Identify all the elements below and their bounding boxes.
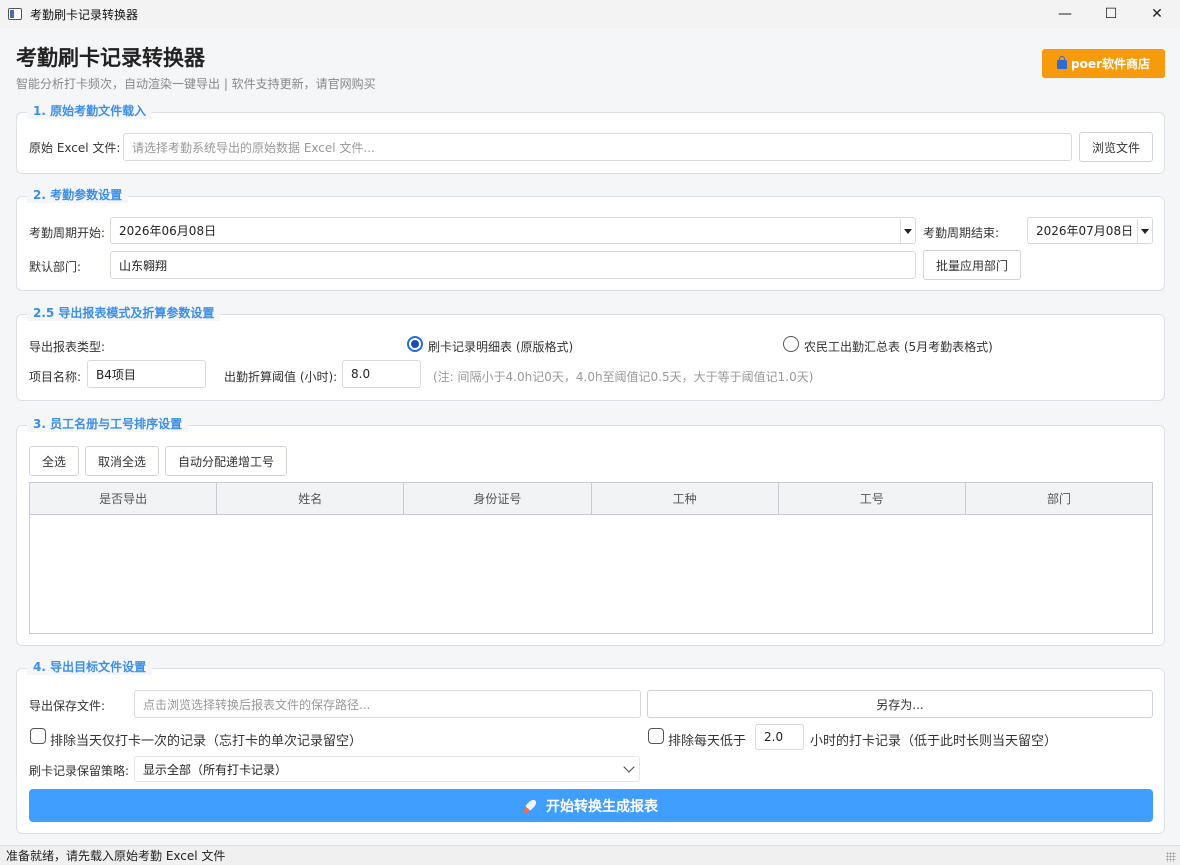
threshold-note: (注: 间隔小于4.0h记0天，4.0h至阈值记0.5天，大于等于阈值记1.0天…	[433, 370, 814, 384]
section-export-mode: 2.5 导出报表模式及折算参数设置 导出报表类型: 刷卡记录明细表 (原版格式)…	[16, 305, 1165, 401]
close-button[interactable]: ✕	[1134, 0, 1180, 28]
select-all-button[interactable]: 全选	[29, 446, 79, 476]
column-employee-id[interactable]: 工号	[779, 483, 966, 514]
radio-detail-report-label[interactable]: 刷卡记录明细表 (原版格式)	[428, 338, 573, 355]
app-icon	[8, 8, 22, 20]
auto-assign-id-button[interactable]: 自动分配递增工号	[165, 446, 287, 476]
section-export-target: 4. 导出目标文件设置 导出保存文件: 点击浏览选择转换后报表文件的保存路径..…	[16, 659, 1165, 834]
save-as-button[interactable]: 另存为...	[647, 690, 1153, 718]
section-file-load: 1. 原始考勤文件载入 原始 Excel 文件: 请选择考勤系统导出的原始数据 …	[16, 103, 1165, 174]
browse-file-button[interactable]: 浏览文件	[1079, 132, 1153, 162]
threshold-label: 出勤折算阈值 (小时):	[224, 370, 338, 384]
retention-policy-label: 刷卡记录保留策略:	[29, 764, 130, 778]
status-text: 准备就绪，请先载入原始考勤 Excel 文件	[6, 849, 226, 863]
shopping-bag-icon	[1057, 56, 1068, 69]
employee-table[interactable]: 是否导出 姓名 身份证号 工种 工号 部门	[29, 482, 1153, 634]
dropdown-arrow-icon	[900, 219, 914, 243]
save-path-input[interactable]: 点击浏览选择转换后报表文件的保存路径...	[134, 690, 641, 718]
period-start-label: 考勤周期开始:	[29, 226, 106, 240]
radio-summary-report-label[interactable]: 农民工出勤汇总表 (5月考勤表格式)	[804, 338, 993, 355]
section-employee-roster: 3. 员工名册与工号排序设置 全选 取消全选 自动分配递增工号 是否导出 姓名 …	[16, 416, 1165, 646]
shop-button-label: poer软件商店	[1071, 57, 1150, 71]
column-id-number[interactable]: 身份证号	[404, 483, 592, 514]
threshold-input[interactable]: 8.0	[342, 360, 421, 388]
column-name[interactable]: 姓名	[217, 483, 405, 514]
save-file-label: 导出保存文件:	[29, 699, 106, 713]
source-file-input[interactable]: 请选择考勤系统导出的原始数据 Excel 文件...	[123, 133, 1072, 161]
window-controls: — ☐ ✕	[1042, 0, 1180, 28]
period-end-select[interactable]: 2026年07月08日	[1027, 217, 1153, 244]
section-title: 3. 员工名册与工号排序设置	[27, 416, 189, 432]
exclude-low-suffix: 小时的打卡记录（低于此时长则当天留空）	[810, 734, 1058, 749]
page-title: 考勤刷卡记录转换器	[16, 46, 205, 70]
radio-summary-report[interactable]	[783, 336, 799, 352]
column-department[interactable]: 部门	[966, 483, 1152, 514]
file-label: 原始 Excel 文件:	[29, 141, 121, 155]
section-title: 1. 原始考勤文件载入	[27, 103, 153, 119]
page-subtitle: 智能分析打卡频次，自动渲染一键导出 | 软件支持更新，请官网购买	[16, 77, 376, 91]
batch-apply-department-button[interactable]: 批量应用部门	[923, 250, 1021, 280]
period-start-select[interactable]: 2026年06月08日	[110, 217, 916, 244]
exclude-low-prefix[interactable]: 排除每天低于	[668, 730, 746, 749]
start-convert-label: 开始转换生成报表	[546, 798, 658, 815]
dropdown-arrow-icon	[1137, 219, 1151, 243]
exclude-single-checkbox[interactable]	[30, 728, 46, 744]
period-start-value: 2026年06月08日	[119, 224, 217, 238]
retention-policy-select[interactable]: 显示全部（所有打卡记录）	[134, 756, 640, 782]
project-name-label: 项目名称:	[29, 370, 82, 384]
window-titlebar: 考勤刷卡记录转换器 — ☐ ✕	[0, 0, 1180, 28]
section-attendance-params: 2. 考勤参数设置 考勤周期开始: 2026年06月08日 考勤周期结束: 20…	[16, 187, 1165, 291]
section-title: 4. 导出目标文件设置	[27, 659, 153, 675]
start-convert-button[interactable]: 开始转换生成报表	[29, 789, 1153, 822]
section-title: 2. 考勤参数设置	[27, 187, 129, 203]
shop-button[interactable]: poer软件商店	[1042, 49, 1165, 78]
exclude-single-label[interactable]: 排除当天仅打卡一次的记录（忘打卡的单次记录留空）	[50, 730, 362, 749]
department-input[interactable]: 山东翱翔	[110, 251, 916, 279]
department-label: 默认部门:	[29, 260, 82, 274]
column-export[interactable]: 是否导出	[30, 483, 218, 514]
project-name-input[interactable]: B4项目	[87, 360, 206, 388]
exclude-low-checkbox[interactable]	[648, 728, 664, 744]
radio-detail-report[interactable]	[407, 336, 423, 352]
maximize-button[interactable]: ☐	[1088, 0, 1134, 28]
rocket-icon	[524, 799, 538, 813]
exclude-low-hours-input[interactable]: 2.0	[755, 724, 804, 750]
table-header: 是否导出 姓名 身份证号 工种 工号 部门	[30, 483, 1152, 515]
window-title: 考勤刷卡记录转换器	[30, 7, 139, 22]
status-bar: 准备就绪，请先载入原始考勤 Excel 文件	[0, 845, 1180, 865]
retention-policy-value: 显示全部（所有打卡记录）	[143, 762, 288, 777]
period-end-label: 考勤周期结束:	[923, 226, 1000, 240]
report-type-label: 导出报表类型:	[29, 340, 106, 354]
column-job-type[interactable]: 工种	[592, 483, 779, 514]
resize-grip-icon[interactable]	[1166, 852, 1176, 862]
minimize-button[interactable]: —	[1042, 0, 1088, 28]
chevron-down-icon	[623, 761, 635, 773]
section-title: 2.5 导出报表模式及折算参数设置	[27, 305, 221, 321]
period-end-value: 2026年07月08日	[1036, 224, 1134, 238]
main-content: 考勤刷卡记录转换器 智能分析打卡频次，自动渲染一键导出 | 软件支持更新，请官网…	[0, 28, 1180, 845]
deselect-all-button[interactable]: 取消全选	[85, 446, 159, 476]
